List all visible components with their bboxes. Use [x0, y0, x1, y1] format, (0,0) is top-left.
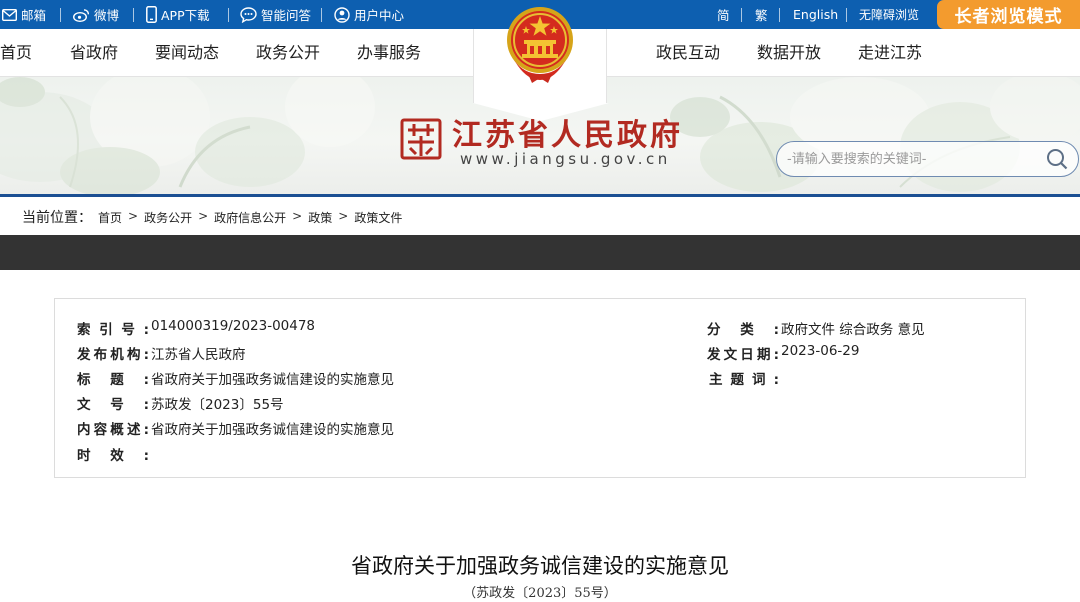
user-center-label: 用户中心	[354, 8, 405, 23]
meta-title: 标题: 省政府关于加强政务诚信建设的实施意见	[77, 368, 394, 388]
breadcrumb-separator-icon: >	[198, 209, 209, 223]
nav-provincial-government[interactable]: 省政府	[70, 29, 118, 77]
breadcrumb-item[interactable]: 政策文件	[354, 209, 402, 226]
meta-category: 分类: 政府文件 综合政务 意见	[707, 318, 925, 338]
nav-about-jiangsu[interactable]: 走进江苏	[858, 29, 922, 77]
app-download-link[interactable]: APP下载	[146, 0, 210, 29]
smart-qa-label: 智能问答	[261, 8, 312, 23]
site-url: www.jiangsu.gov.cn	[460, 150, 671, 168]
meta-keywords: 主题词:	[709, 368, 781, 388]
accessibility-label: 无障碍浏览	[859, 8, 920, 22]
english-label: English	[793, 7, 839, 22]
meta-document-number: 文号: 苏政发〔2023〕55号	[77, 393, 284, 413]
meta-value: 省政府关于加强政务诚信建设的实施意见	[151, 422, 394, 438]
english-link[interactable]: English	[793, 0, 838, 29]
national-emblem-icon[interactable]	[504, 4, 576, 84]
breadcrumb-item[interactable]: 首页	[98, 209, 122, 226]
simplified-chinese-link[interactable]: 简	[717, 0, 730, 29]
breadcrumb-item[interactable]: 政策	[308, 209, 332, 226]
traditional-chinese-link[interactable]: 繁	[755, 0, 768, 29]
document-metadata-panel: 索引号: 014000319/2023-00478 分类: 政府文件 综合政务 …	[54, 298, 1026, 478]
search-input[interactable]	[787, 148, 1037, 170]
meta-value: 省政府关于加强政务诚信建设的实施意见	[151, 372, 394, 388]
meta-key: 时效:	[77, 448, 149, 464]
nav-news[interactable]: 要闻动态	[155, 29, 219, 77]
breadcrumb: 当前位置： 首页 > 政务公开 > 政府信息公开 > 政策 > 政策文件	[0, 197, 1080, 235]
document-title: 省政府关于加强政务诚信建设的实施意见	[351, 554, 729, 578]
meta-summary: 内容概述: 省政府关于加强政务诚信建设的实施意见	[77, 418, 394, 438]
weibo-icon	[73, 8, 90, 22]
simplified-label: 简	[717, 8, 730, 23]
separator	[846, 8, 847, 22]
user-icon	[334, 6, 350, 23]
meta-issuer: 发布机构: 江苏省人民政府	[77, 343, 246, 363]
weibo-link[interactable]: 微博	[73, 0, 119, 29]
weibo-label: 微博	[94, 8, 120, 23]
meta-key: 内容概述:	[77, 422, 149, 438]
app-download-label: APP下载	[161, 8, 210, 23]
smart-qa-link[interactable]: 智能问答	[240, 0, 311, 29]
search-icon[interactable]	[1046, 148, 1068, 170]
meta-key: 主题词:	[709, 372, 779, 388]
meta-key: 分类:	[707, 322, 779, 338]
search-box	[776, 141, 1079, 177]
nav-services[interactable]: 办事服务	[357, 29, 421, 77]
accessibility-link[interactable]: 无障碍浏览	[859, 0, 919, 29]
nav-open-data[interactable]: 数据开放	[757, 29, 821, 77]
separator	[779, 8, 780, 22]
separator	[133, 8, 134, 22]
meta-value: 014000319/2023-00478	[151, 318, 316, 334]
separator	[321, 8, 322, 22]
meta-key: 文号:	[77, 397, 149, 413]
meta-issue-date: 发文日期: 2023-06-29	[707, 343, 859, 363]
phone-icon	[146, 6, 157, 23]
meta-index-number: 索引号: 014000319/2023-00478	[77, 318, 315, 338]
breadcrumb-item[interactable]: 政务公开	[144, 209, 192, 226]
mail-icon	[2, 8, 17, 21]
jiangsu-logo-icon[interactable]	[400, 118, 442, 160]
mail-link[interactable]: 邮箱	[2, 0, 46, 29]
section-divider-bar	[0, 235, 1080, 270]
nav-home[interactable]: 首页	[0, 29, 32, 77]
breadcrumb-separator-icon: >	[128, 209, 139, 223]
nav-government-affairs[interactable]: 政务公开	[256, 29, 320, 77]
nav-interaction[interactable]: 政民互动	[656, 29, 720, 77]
meta-value: 2023-06-29	[781, 343, 860, 359]
meta-key: 索引号:	[77, 322, 149, 338]
breadcrumb-separator-icon: >	[338, 209, 349, 223]
separator	[228, 8, 229, 22]
meta-validity: 时效:	[77, 444, 151, 464]
meta-value: 江苏省人民政府	[151, 347, 246, 363]
separator	[60, 8, 61, 22]
user-center-link[interactable]: 用户中心	[334, 0, 404, 29]
elder-mode-button[interactable]: 长者浏览模式	[937, 0, 1080, 29]
meta-value: 政府文件 综合政务 意见	[781, 322, 925, 338]
meta-value: 苏政发〔2023〕55号	[151, 397, 284, 413]
breadcrumb-label: 当前位置：	[22, 210, 92, 226]
meta-key: 标题:	[77, 372, 149, 388]
breadcrumb-item[interactable]: 政府信息公开	[214, 209, 286, 226]
separator	[741, 8, 742, 22]
chat-bubble-icon	[240, 6, 257, 23]
breadcrumb-separator-icon: >	[292, 209, 303, 223]
meta-key: 发布机构:	[77, 347, 149, 363]
traditional-label: 繁	[755, 8, 768, 23]
document-number-subtitle: （苏政发〔2023〕55号）	[463, 586, 617, 601]
meta-key: 发文日期:	[707, 347, 779, 363]
mail-label: 邮箱	[21, 8, 47, 23]
